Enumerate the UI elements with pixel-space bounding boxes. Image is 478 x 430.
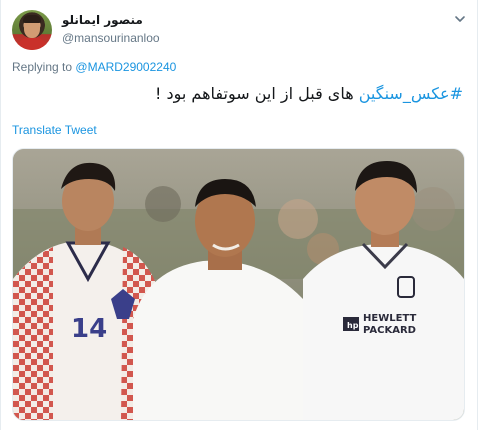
replying-to-line: Replying to @MARD29002240 (12, 60, 176, 74)
tweet-photo[interactable]: 14 hp HEWLETT PACKARD (12, 148, 465, 421)
user-handle[interactable]: @mansourinanloo (62, 31, 160, 45)
tweet-body: های قبل از این سوتفاهم بود ! (155, 84, 354, 103)
tweet-text: #عکس_سنگین های قبل از این سوتفاهم بود ! (155, 84, 463, 103)
tweet-card[interactable]: منصور ایمانلو @mansourinanloo Replying t… (0, 0, 478, 430)
reply-to-link[interactable]: @MARD29002240 (75, 60, 176, 74)
left-jersey-number: 14 (71, 314, 107, 344)
right-jersey-line1: HEWLETT (363, 313, 416, 324)
translate-tweet-link[interactable]: Translate Tweet (12, 123, 97, 137)
display-name[interactable]: منصور ایمانلو (62, 13, 143, 27)
photo-illustration: 14 hp HEWLETT PACKARD (13, 149, 464, 420)
hashtag-link[interactable]: #عکس_سنگین (359, 84, 463, 103)
right-jersey-line2: PACKARD (363, 325, 416, 336)
avatar-hair (23, 15, 41, 23)
replying-to-label: Replying to (12, 60, 73, 74)
avatar-shirt (16, 38, 48, 50)
right-jersey-logo: hp (347, 321, 359, 330)
chevron-down-icon[interactable] (453, 12, 467, 26)
avatar[interactable] (12, 10, 52, 50)
